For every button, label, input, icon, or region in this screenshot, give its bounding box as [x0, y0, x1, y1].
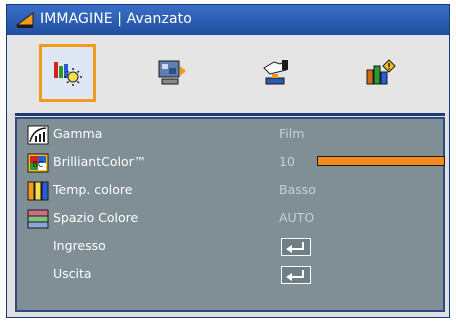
- enter-icon: [286, 242, 304, 253]
- menu-row-value: AUTO: [279, 210, 315, 225]
- brilliantcolor-slider[interactable]: [317, 156, 445, 166]
- menu-row-value: Film: [279, 126, 305, 141]
- menu-row-output[interactable]: Uscita: [27, 263, 437, 287]
- menu-row-value: 10: [279, 154, 295, 169]
- menu-row-gamma[interactable]: Gamma Film: [27, 123, 437, 147]
- gamma-icon: [27, 125, 49, 145]
- menu-row-color-temp[interactable]: Temp. colore Basso: [27, 179, 437, 203]
- osd-frame: IMMAGINE | Avanzato Gamma Film BC Brilli…: [0, 0, 456, 323]
- menu-row-label: Temp. colore: [53, 182, 133, 197]
- image-menu-icon: [15, 11, 35, 29]
- advanced-settings-list: Gamma Film BC BrilliantColor™ 10 Temp. c…: [15, 117, 445, 312]
- brilliantcolor-slider-fill: [318, 157, 444, 165]
- tab-options[interactable]: [351, 44, 408, 102]
- enter-button[interactable]: [281, 266, 311, 284]
- color-temp-icon: [27, 181, 49, 201]
- header-divider: [15, 113, 445, 116]
- menu-row-input[interactable]: Ingresso: [27, 235, 437, 259]
- menu-row-label: Gamma: [53, 126, 103, 141]
- window-title: IMMAGINE | Avanzato: [40, 11, 192, 27]
- tab-image[interactable]: [39, 44, 96, 102]
- menu-row-label: Uscita: [53, 266, 92, 281]
- menu-row-label: BrilliantColor™: [53, 154, 147, 169]
- brilliantcolor-icon: BC: [27, 153, 49, 173]
- menu-row-label: Ingresso: [53, 238, 106, 253]
- tab-setup[interactable]: [247, 44, 304, 102]
- svg-text:BC: BC: [33, 160, 44, 169]
- color-space-icon: [27, 209, 49, 229]
- enter-icon: [286, 270, 304, 281]
- menu-row-label: Spazio Colore: [53, 210, 139, 225]
- tab-display[interactable]: [143, 44, 200, 102]
- menu-panel: IMMAGINE | Avanzato Gamma Film BC Brilli…: [6, 4, 450, 318]
- menu-row-color-space[interactable]: Spazio Colore AUTO: [27, 207, 437, 231]
- tab-bar: [7, 35, 449, 113]
- menu-row-value: Basso: [279, 182, 316, 197]
- menu-row-brilliantcolor[interactable]: BC BrilliantColor™ 10: [27, 151, 445, 175]
- title-bar: IMMAGINE | Avanzato: [7, 5, 449, 35]
- enter-button[interactable]: [281, 238, 311, 256]
